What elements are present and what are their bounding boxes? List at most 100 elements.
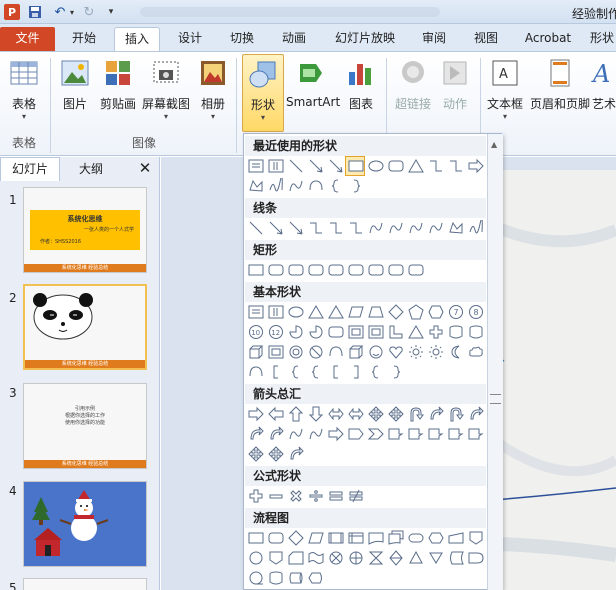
slide-thumbnail-1[interactable]: 系统化思维 一张人类的一个人式学 作者：SHSS2016 系统化思维 经验总结: [23, 187, 147, 273]
tab-home[interactable]: 开始: [62, 27, 106, 51]
rrect-shape-icon[interactable]: [268, 262, 284, 278]
heart-shape-icon[interactable]: [388, 344, 404, 360]
freeform-shape-icon[interactable]: [248, 178, 264, 194]
tri-shape-icon[interactable]: [308, 304, 324, 320]
rarrow-shape-icon[interactable]: [328, 426, 344, 442]
para-shape-icon[interactable]: [308, 530, 324, 546]
uturn-shape-icon[interactable]: [448, 406, 464, 422]
curvearr-shape-icon[interactable]: [288, 446, 304, 462]
tab-view[interactable]: 视图: [464, 27, 508, 51]
uturn-shape-icon[interactable]: [408, 406, 424, 422]
times-shape-icon[interactable]: [288, 488, 304, 504]
tab-acrobat[interactable]: Acrobat: [516, 27, 580, 51]
chevron-shape-icon[interactable]: [368, 426, 384, 442]
lbrace-shape-icon[interactable]: [308, 364, 324, 380]
bracket-shape-icon[interactable]: [268, 364, 284, 380]
donut-shape-icon[interactable]: [288, 344, 304, 360]
table-button[interactable]: 表格 ▾: [2, 54, 46, 132]
arc-shape-icon[interactable]: [308, 178, 324, 194]
clipart-button[interactable]: 剪贴画: [96, 54, 140, 132]
hyperlink-button[interactable]: 超链接: [390, 54, 436, 132]
callout-shape-icon[interactable]: [448, 426, 464, 442]
scroll-thumb-grip-icon[interactable]: [490, 394, 501, 404]
rrect-shape-icon[interactable]: [408, 262, 424, 278]
tab-shape-format[interactable]: 形状: [590, 27, 616, 51]
rrect-shape-icon[interactable]: [308, 262, 324, 278]
smartart-button[interactable]: SmartArt: [286, 54, 340, 132]
textbox-shape-icon[interactable]: [248, 304, 264, 320]
textbox-shape-icon[interactable]: [248, 158, 264, 174]
curvearr-shape-icon[interactable]: [268, 426, 284, 442]
sun-shape-icon[interactable]: [428, 344, 444, 360]
picture-button[interactable]: 图片: [56, 54, 94, 132]
lshape-shape-icon[interactable]: [388, 324, 404, 340]
arc-shape-icon[interactable]: [328, 344, 344, 360]
sort-shape-icon[interactable]: [388, 550, 404, 566]
scribble-shape-icon[interactable]: [468, 220, 484, 236]
quad-shape-icon[interactable]: [268, 446, 284, 462]
curve-shape-icon[interactable]: [388, 220, 404, 236]
sumj-shape-icon[interactable]: [328, 550, 344, 566]
textbox-button[interactable]: A 文本框 ▾: [484, 54, 526, 132]
offpage-shape-icon[interactable]: [468, 530, 484, 546]
moon-shape-icon[interactable]: [448, 344, 464, 360]
quad-shape-icon[interactable]: [248, 446, 264, 462]
trap-shape-icon[interactable]: [368, 304, 384, 320]
plus-shape-icon[interactable]: [428, 324, 444, 340]
num10-shape-icon[interactable]: 10: [248, 324, 264, 340]
tab-design[interactable]: 设计: [168, 27, 212, 51]
lrarrow-shape-icon[interactable]: [348, 406, 364, 422]
customize-quick-access-icon[interactable]: ▾: [106, 4, 116, 20]
pentarrow-shape-icon[interactable]: [348, 426, 364, 442]
tri-shape-icon[interactable]: [408, 158, 424, 174]
callout-shape-icon[interactable]: [408, 426, 424, 442]
rrect-shape-icon[interactable]: [288, 262, 304, 278]
elbow-shape-icon[interactable]: [448, 158, 464, 174]
curvearr-shape-icon[interactable]: [468, 406, 484, 422]
merge-shape-icon[interactable]: [428, 550, 444, 566]
vtext-shape-icon[interactable]: [268, 158, 284, 174]
smile-shape-icon[interactable]: [368, 344, 384, 360]
extract-shape-icon[interactable]: [408, 550, 424, 566]
direct-shape-icon[interactable]: [288, 570, 304, 586]
curve-shape-icon[interactable]: [428, 220, 444, 236]
rect-shape-icon[interactable]: [248, 530, 264, 546]
close-icon[interactable]: ✕: [136, 159, 154, 179]
bracket-shape-icon[interactable]: [328, 364, 344, 380]
rect-shape-icon[interactable]: [248, 262, 264, 278]
vtext-shape-icon[interactable]: [268, 304, 284, 320]
magdisk-shape-icon[interactable]: [268, 570, 284, 586]
uarrow-shape-icon[interactable]: [288, 406, 304, 422]
num8-shape-icon[interactable]: 8: [468, 304, 484, 320]
tri-shape-icon[interactable]: [328, 304, 344, 320]
nequal-shape-icon[interactable]: [348, 488, 364, 504]
rrect-shape-icon[interactable]: [368, 262, 384, 278]
nosym-shape-icon[interactable]: [308, 344, 324, 360]
rrect-shape-icon[interactable]: [388, 158, 404, 174]
offpage-shape-icon[interactable]: [268, 550, 284, 566]
multidoc-shape-icon[interactable]: [388, 530, 404, 546]
undo-icon[interactable]: ↶: [52, 4, 68, 20]
elbow-shape-icon[interactable]: [428, 158, 444, 174]
seqacc-shape-icon[interactable]: [248, 570, 264, 586]
curvearr-shape-icon[interactable]: [248, 426, 264, 442]
frame-shape-icon[interactable]: [268, 344, 284, 360]
tab-animations[interactable]: 动画: [272, 27, 316, 51]
divide-shape-icon[interactable]: [308, 488, 324, 504]
curve-shape-icon[interactable]: [288, 426, 304, 442]
rrect-shape-icon[interactable]: [268, 530, 284, 546]
powerpoint-logo-icon[interactable]: P: [4, 4, 20, 20]
stored-shape-icon[interactable]: [448, 550, 464, 566]
arrow-shape-icon[interactable]: [288, 220, 304, 236]
cyl-shape-icon[interactable]: [448, 324, 464, 340]
shapes-gallery-dropdown[interactable]: 最近使用的形状 线条 矩形 基本形状 箭头总汇 公式形状 流程图 7 8 10 12 …: [243, 133, 504, 590]
undo-dropdown-icon[interactable]: ▾: [68, 4, 76, 20]
doc-shape-icon[interactable]: [368, 530, 384, 546]
curve-shape-icon[interactable]: [308, 426, 324, 442]
elbow-shape-icon[interactable]: [308, 220, 324, 236]
rarrow-shape-icon[interactable]: [248, 406, 264, 422]
curve-shape-icon[interactable]: [408, 220, 424, 236]
tab-slides[interactable]: 幻灯片: [0, 157, 60, 181]
display-shape-icon[interactable]: [308, 570, 324, 586]
frame-shape-icon[interactable]: [368, 324, 384, 340]
